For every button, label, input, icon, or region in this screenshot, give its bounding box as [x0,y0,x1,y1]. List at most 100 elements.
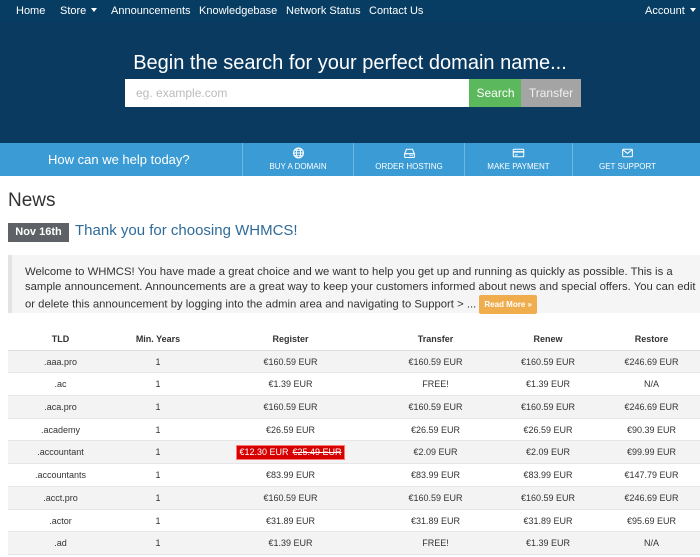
domain-search-input[interactable] [125,79,469,107]
restore-price-cell: €90.39 EUR [626,424,677,435]
announcement-body: Welcome to WHMCS! You have made a great … [25,265,700,314]
envelope-icon [622,148,633,158]
restore-price-cell: €246.69 EUR [624,402,679,413]
credit-card-icon [512,148,525,158]
renew-price-cell: €1.39 EUR [525,538,571,549]
make-payment-label: MAKE PAYMENT [487,162,550,171]
restore-price-cell: €147.79 EUR [624,470,679,481]
restore-price-cell: €246.69 EUR [624,492,679,503]
help-bar: How can we help today? BUY A DOMAIN ORDE… [0,143,700,176]
tld-cell: .aaa.pro [43,356,78,367]
min-years-cell: 1 [155,379,161,390]
nav-store-link[interactable]: Store [60,0,98,22]
register-price-cell: €12.30 EUR €25.49 EUR [203,441,378,463]
restore-price-cell: €95.69 EUR [626,515,677,526]
transfer-price-cell: FREE! [422,538,449,549]
transfer-button[interactable]: Transfer [521,79,581,107]
min-years-cell: 1 [155,492,161,503]
tld-cell: .accountants [34,470,87,481]
col-header-min-years: Min. Years [135,334,181,344]
table-row: .accountant 1 €12.30 EUR €25.49 EUR €2.09… [8,441,700,465]
buy-domain-button[interactable]: BUY A DOMAIN [242,143,353,176]
restore-price-cell: €246.69 EUR [624,356,679,367]
col-header-renew: Renew [533,334,563,344]
register-price-cell: €160.59 EUR [263,492,318,503]
col-header-tld: TLD [51,334,70,344]
register-price-cell: €26.59 EUR [265,424,316,435]
table-row: .academy 1 €26.59 EUR €26.59 EUR €26.59 … [8,419,700,442]
nav-home-link[interactable]: Home [16,0,45,22]
table-row: .accountants 1 €83.99 EUR €83.99 EUR €83… [8,464,700,487]
sale-price-badge: €12.30 EUR €25.49 EUR [236,445,345,461]
announcement-excerpt: Welcome to WHMCS! You have made a great … [8,255,700,314]
buy-domain-label: BUY A DOMAIN [269,162,327,171]
col-header-register: Register [272,334,309,344]
order-hosting-button[interactable]: ORDER HOSTING [353,143,464,176]
register-price-cell: €1.39 EUR [268,379,313,390]
nav-account-label: Account [645,5,685,17]
read-more-button[interactable]: Read More » [479,295,537,314]
register-price-cell: €160.59 EUR [263,356,318,367]
transfer-price-cell: €83.99 EUR [410,470,461,481]
col-header-restore: Restore [634,334,669,344]
globe-icon [292,147,304,159]
get-support-label: GET SUPPORT [598,162,657,171]
register-price-cell: €1.39 EUR [268,538,313,549]
transfer-price-cell: €160.59 EUR [408,402,463,413]
transfer-price-cell: €160.59 EUR [408,492,463,503]
table-header-row: TLD Min. Years Register Transfer Renew R… [8,328,700,351]
min-years-cell: 1 [155,424,161,435]
caret-down-icon [689,8,696,13]
original-price: €25.49 EUR [292,447,342,458]
transfer-price-cell: €31.89 EUR [410,515,461,526]
tld-pricing-table: TLD Min. Years Register Transfer Renew R… [8,328,700,555]
transfer-price-cell: €2.09 EUR [413,447,458,458]
tld-cell: .accountant [37,447,84,458]
tld-cell: .academy [40,424,81,435]
nav-network-status-link[interactable]: Network Status [286,0,361,22]
nav-announcements-link[interactable]: Announcements [111,0,191,22]
news-heading: News [8,190,56,211]
top-nav: Home Store Announcements Knowledgebase N… [0,0,700,22]
register-price-cell: €160.59 EUR [263,402,318,413]
announcement-title-link[interactable]: Thank you for choosing WHMCS! [75,222,298,239]
table-row: .ac 1 €1.39 EUR FREE! €1.39 EUR N/A [8,373,700,397]
tld-cell: .ac [54,379,67,390]
order-hosting-label: ORDER HOSTING [375,162,443,171]
register-price-cell: €31.89 EUR [265,515,316,526]
nav-store-label: Store [60,5,87,17]
tld-cell: .ad [54,538,67,549]
get-support-button[interactable]: GET SUPPORT [572,143,682,176]
min-years-cell: 1 [155,538,161,549]
transfer-price-cell: €26.59 EUR [410,424,461,435]
make-payment-button[interactable]: MAKE PAYMENT [464,143,572,176]
table-row: .acct.pro 1 €160.59 EUR €160.59 EUR €160… [8,486,700,510]
min-years-cell: 1 [155,402,161,413]
nav-knowledgebase-link[interactable]: Knowledgebase [199,0,277,22]
renew-price-cell: €83.99 EUR [523,470,573,481]
tld-cell: .acct.pro [43,492,78,503]
nav-contact-us-link[interactable]: Contact Us [369,0,423,22]
announcement-date-badge: Nov 16th [8,223,69,242]
search-button[interactable]: Search [469,79,522,107]
nav-account-link[interactable]: Account [645,0,696,22]
renew-price-cell: €160.59 EUR [520,402,576,413]
help-text: How can we help today? [48,152,190,167]
tld-cell: .aca.pro [44,402,77,413]
caret-down-icon [91,8,98,13]
renew-price-cell: €31.89 EUR [523,515,573,526]
sale-price: €12.30 EUR [239,447,289,458]
hdd-icon [403,148,415,159]
table-row: .aca.pro 1 €160.59 EUR €160.59 EUR €160.… [8,396,700,419]
restore-price-cell: €99.99 EUR [626,447,677,458]
min-years-cell: 1 [155,470,161,481]
table-row: .aaa.pro 1 €160.59 EUR €160.59 EUR €160.… [8,350,700,374]
table-row: .ad 1 €1.39 EUR FREE! €1.39 EUR N/A [8,532,700,555]
renew-price-cell: €26.59 EUR [523,424,573,435]
transfer-price-cell: FREE! [422,379,449,390]
register-price-cell: €83.99 EUR [265,470,316,481]
min-years-cell: 1 [155,447,161,458]
min-years-cell: 1 [155,515,161,526]
table-row: .actor 1 €31.89 EUR €31.89 EUR €31.89 EU… [8,510,700,533]
tld-cell: .actor [49,515,72,526]
